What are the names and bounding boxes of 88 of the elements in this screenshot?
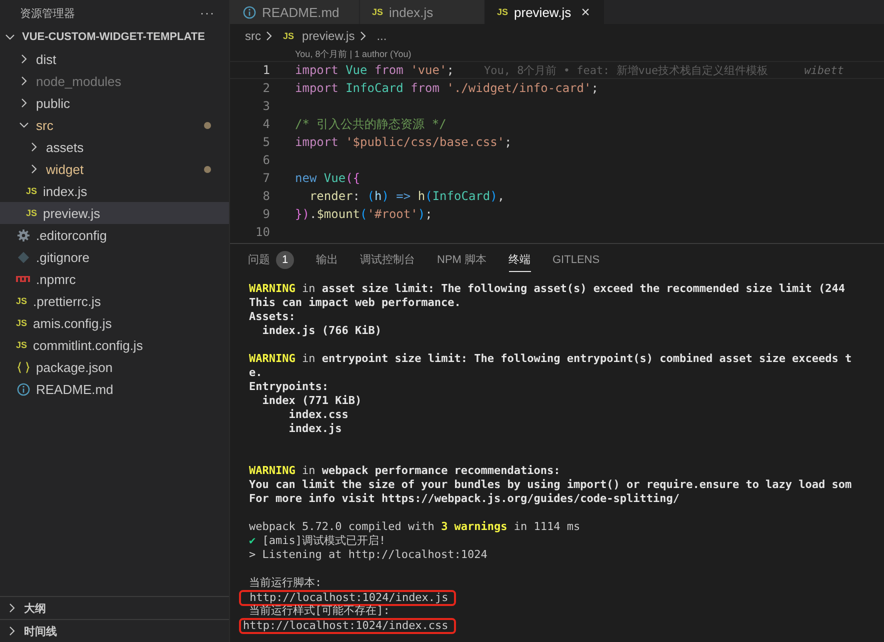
blame-annotation: You, 8个月前 • feat: 新增vue技术栈自定义组件模板 xyxy=(484,62,768,78)
terminal-line: index.js xyxy=(288,423,342,435)
terminal-line: This can impact web performance. xyxy=(249,297,461,309)
info-icon xyxy=(16,382,30,396)
code-text: render: (h) => h(InfoCard), xyxy=(308,189,505,203)
file-item[interactable]: package.json xyxy=(0,356,229,378)
js-file-icon: JS xyxy=(26,208,38,218)
line-number: 2 xyxy=(262,81,271,95)
js-file-icon: JS xyxy=(16,340,28,350)
panel-tab[interactable]: 问题 1 xyxy=(248,248,294,272)
folder-item[interactable]: assets xyxy=(0,136,229,158)
panel-tab[interactable]: GITLENS xyxy=(552,248,600,272)
editor-tab[interactable]: JS index.js xyxy=(360,0,485,24)
terminal-line: ✔ [amis]调试模式已开启! xyxy=(249,535,386,547)
more-actions-button[interactable]: ··· xyxy=(200,6,215,20)
gear-icon xyxy=(16,228,30,242)
file-item[interactable]: JS commitlint.config.js xyxy=(0,334,229,356)
js-file-icon: JS xyxy=(497,7,508,17)
breadcrumb-folder[interactable]: src xyxy=(245,29,261,43)
modified-dot-icon xyxy=(204,166,211,172)
js-file-icon: JS xyxy=(26,186,38,196)
modified-dot-icon xyxy=(204,122,211,128)
codelens-text[interactable]: You, 8个月前 | 1 author (You) xyxy=(230,48,884,61)
terminal-line: For more info visit https://webpack.js.org/guides/code-splitting/ xyxy=(249,493,680,505)
terminal-line: index.js (766 KiB) xyxy=(261,325,382,337)
file-item[interactable]: JS index.js xyxy=(0,180,229,202)
breadcrumb-file[interactable]: preview.js xyxy=(302,29,355,43)
line-number: 6 xyxy=(262,153,271,167)
panel-tab[interactable]: NPM 脚本 xyxy=(437,248,486,272)
code-text: new Vue({ xyxy=(295,171,360,185)
terminal-line: 当前运行样式[可能不存在]: xyxy=(249,605,390,617)
line-number: 1 xyxy=(262,63,271,77)
terminal-line: index.css xyxy=(288,409,348,421)
line-number: 9 xyxy=(262,207,271,221)
file-item[interactable]: JS .prettierrc.js xyxy=(0,290,229,312)
terminal-line: WARNING in entrypoint size limit: The following entrypoint(s) combined asset size exceeds t xyxy=(249,353,852,365)
terminal-line: e. xyxy=(249,367,262,379)
panel-section-header[interactable]: 大纲 xyxy=(0,596,229,619)
terminal-line: You can limit the size of your bundles by using import() or require.ensure to lazy load som xyxy=(249,479,852,491)
folder-item[interactable]: dist xyxy=(0,48,229,70)
line-number: 10 xyxy=(254,225,271,239)
close-icon[interactable]: × xyxy=(581,4,590,20)
panel-tab[interactable]: 终端 xyxy=(508,248,530,272)
js-file-icon: JS xyxy=(16,296,28,306)
code-text: import '$public/css/base.css'; xyxy=(295,135,512,149)
editor-tab[interactable]: JS preview.js × xyxy=(485,0,605,24)
folder-item[interactable]: node_modules xyxy=(0,70,229,92)
file-item[interactable]: .npmrc xyxy=(0,268,229,290)
line-number: 7 xyxy=(262,171,271,185)
braces-icon xyxy=(16,360,30,374)
diamond-icon xyxy=(16,250,30,264)
terminal-line: WARNING in asset size limit: The following asset(s) exceed the recommended size limit (244 xyxy=(249,283,846,295)
file-item[interactable]: .gitignore xyxy=(0,246,229,268)
panel-tab[interactable]: 输出 xyxy=(316,248,338,272)
breadcrumb-more[interactable]: ... xyxy=(376,29,387,43)
line-number: 4 xyxy=(262,117,271,131)
line-number: 3 xyxy=(262,99,271,113)
terminal-line: 当前运行脚本: xyxy=(249,577,322,589)
terminal-line: webpack 5.72.0 compiled with 3 warnings in 1114 ms xyxy=(249,521,580,533)
folder-item[interactable]: widget xyxy=(0,158,229,180)
code-text: /* 引入公共的静态资源 */ xyxy=(295,116,446,132)
editor-tab[interactable]: README.md xyxy=(230,0,360,24)
js-file-icon: JS xyxy=(283,31,294,41)
file-item[interactable]: .editorconfig xyxy=(0,224,229,246)
js-file-icon: JS xyxy=(372,7,384,17)
panel-section-header[interactable]: 时间线 xyxy=(0,619,229,642)
terminal-line: index (771 KiB) xyxy=(261,395,362,407)
project-header[interactable]: VUE-CUSTOM-WIDGET-TEMPLATE xyxy=(0,26,229,48)
code-text: import InfoCard from './widget/info-card'; xyxy=(295,81,598,95)
terminal-line: Entrypoints: xyxy=(249,381,328,393)
line-number: 5 xyxy=(262,135,271,149)
file-item[interactable]: README.md xyxy=(0,378,229,400)
blame-author: wibett xyxy=(804,64,844,76)
line-number: 8 xyxy=(262,189,271,203)
file-item[interactable]: JS amis.config.js xyxy=(0,312,229,334)
explorer-title: 资源管理器 xyxy=(20,6,75,20)
folder-item[interactable]: src xyxy=(0,114,229,136)
terminal-line: Assets: xyxy=(249,311,296,323)
file-item[interactable]: JS preview.js xyxy=(0,202,229,224)
terminal-line: WARNING in webpack performance recommendations: xyxy=(249,465,560,477)
code-text: import Vue from 'vue'; xyxy=(295,63,454,77)
panel-tab[interactable]: 调试控制台 xyxy=(360,248,415,272)
code-text: }).$mount('#root'); xyxy=(295,207,432,221)
js-file-icon: JS xyxy=(16,318,28,328)
info-icon xyxy=(242,5,256,19)
folder-item[interactable]: public xyxy=(0,92,229,114)
terminal-line: > Listening at http://localhost:1024 xyxy=(249,549,488,561)
count-badge: 1 xyxy=(276,250,294,268)
